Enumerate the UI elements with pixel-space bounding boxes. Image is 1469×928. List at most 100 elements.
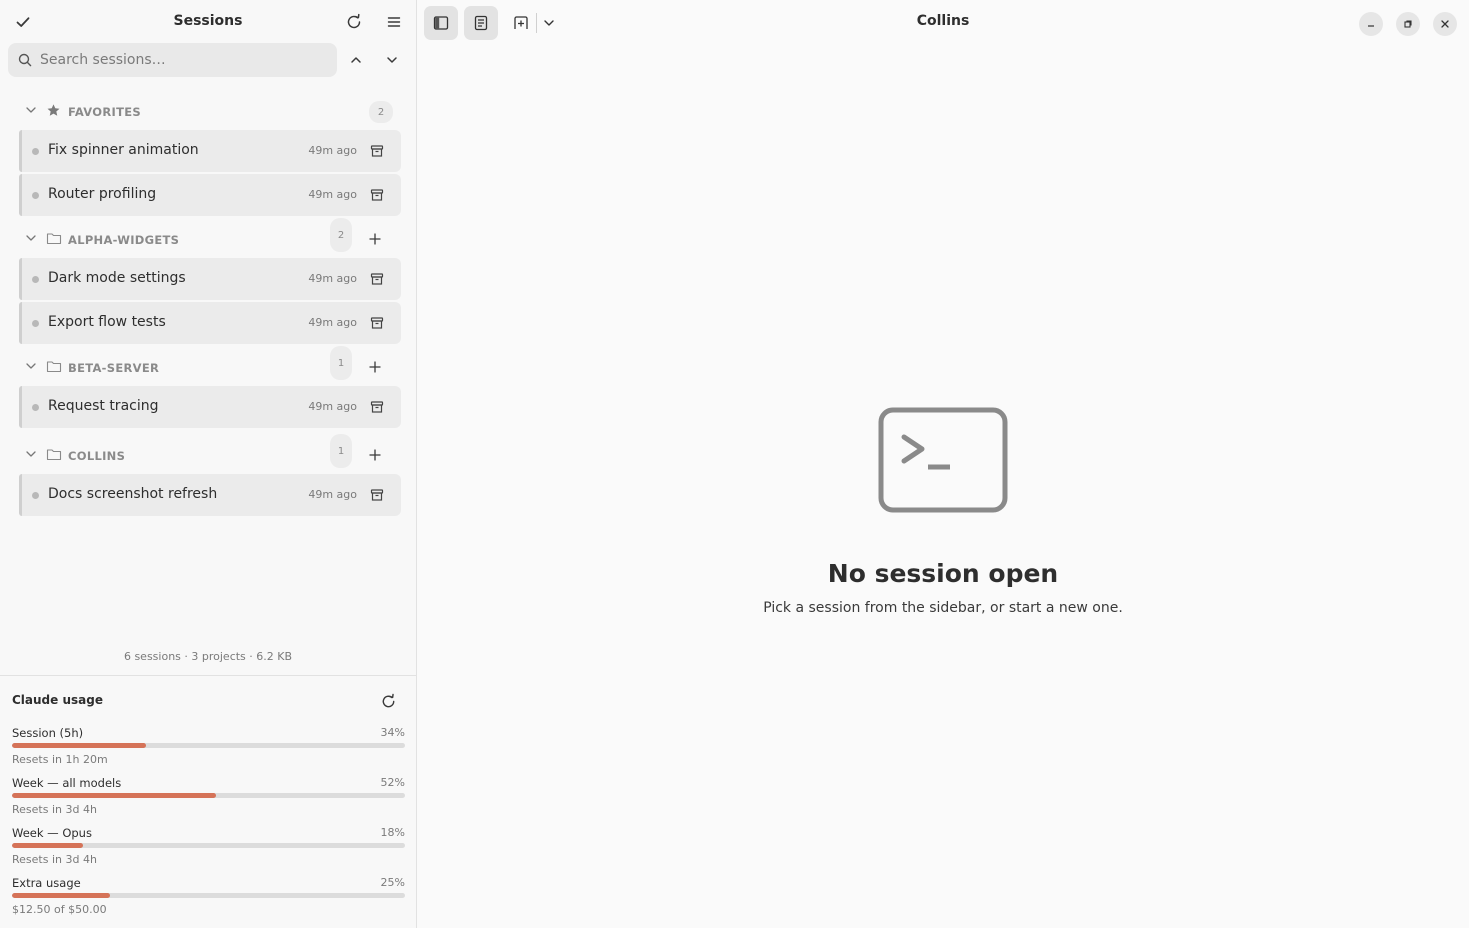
meter-track [12, 893, 405, 898]
meter-label: Week — all models [12, 776, 122, 790]
status-dot [32, 276, 39, 283]
hamburger-menu-icon [387, 17, 401, 27]
archive-button[interactable] [369, 271, 385, 287]
meter-label: Week — Opus [12, 826, 92, 840]
maximize-button[interactable] [1396, 12, 1420, 36]
group-name: FAVORITES [68, 105, 141, 119]
group-header-collins[interactable]: COLLINS 1 [0, 434, 417, 474]
menu-button[interactable] [380, 8, 408, 36]
group-header-favorites[interactable]: FAVORITES 2 [0, 92, 417, 130]
new-session-button[interactable] [363, 227, 387, 251]
archive-icon [370, 145, 384, 157]
chevron-down-icon[interactable] [24, 231, 38, 245]
folder-icon [46, 233, 62, 245]
session-time: 49m ago [308, 188, 357, 201]
archive-button[interactable] [369, 143, 385, 159]
main-pane: Collins No session open Pick a session f… [417, 0, 1469, 928]
archive-icon [370, 273, 384, 285]
meter-subtext: Resets in 3d 4h [12, 853, 97, 866]
meter-fill [12, 743, 146, 748]
search-icon [18, 53, 32, 67]
meter-subtext: Resets in 3d 4h [12, 803, 97, 816]
meter-track [12, 743, 405, 748]
session-item[interactable]: Dark mode settings 49m ago [19, 258, 401, 300]
session-item[interactable]: Export flow tests 49m ago [19, 302, 401, 344]
chevron-down-icon [387, 57, 397, 63]
sidebar-header: Sessions [0, 0, 416, 44]
meter-percent: 18% [380, 826, 405, 839]
meter-track [12, 843, 405, 848]
archive-icon [370, 401, 384, 413]
plus-icon [369, 449, 381, 461]
chevron-down-icon[interactable] [24, 103, 38, 117]
meter-fill [12, 893, 111, 898]
group-header-alpha-widgets[interactable]: ALPHA-WIDGETS 2 [0, 218, 417, 258]
status-dot [32, 404, 39, 411]
archive-button[interactable] [369, 315, 385, 331]
next-match-button[interactable] [378, 46, 406, 74]
refresh-icon [382, 693, 394, 707]
session-time: 49m ago [308, 316, 357, 329]
folder-icon [46, 361, 62, 373]
terminal-icon [878, 407, 1008, 513]
refresh-icon [347, 13, 361, 29]
archive-icon [370, 489, 384, 501]
restore-icon [1404, 20, 1412, 28]
session-time: 49m ago [308, 272, 357, 285]
status-dot [32, 492, 39, 499]
meter-track [12, 793, 405, 798]
folder-icon [46, 449, 62, 461]
window-title: Collins [916, 13, 970, 29]
group-count-badge: 2 [369, 101, 393, 123]
search-input[interactable] [40, 52, 320, 68]
status-dot [32, 148, 39, 155]
session-time: 49m ago [308, 144, 357, 157]
archive-icon [370, 189, 384, 201]
empty-state-subtitle: Pick a session from the sidebar, or star… [763, 600, 1123, 616]
archive-icon [370, 317, 384, 329]
meter-fill [12, 793, 217, 798]
new-session-button[interactable] [363, 443, 387, 467]
session-item[interactable]: Docs screenshot refresh 49m ago [19, 474, 401, 516]
chevron-down-icon[interactable] [24, 447, 38, 461]
app-window: Sessions FAVORITES 2 [0, 0, 1469, 928]
meter-subtext: $12.50 of $50.00 [12, 903, 107, 916]
search-box [8, 43, 337, 77]
session-time: 49m ago [308, 400, 357, 413]
session-item[interactable]: Fix spinner animation 49m ago [19, 130, 401, 172]
refresh-button[interactable] [340, 8, 368, 36]
close-button[interactable] [1433, 12, 1457, 36]
session-item[interactable]: Router profiling 49m ago [19, 174, 401, 216]
session-name: Fix spinner animation [48, 142, 199, 158]
previous-match-button[interactable] [342, 46, 370, 74]
meter-percent: 34% [380, 726, 405, 739]
group-header-beta-server[interactable]: BETA-SERVER 1 [0, 346, 417, 386]
session-stats: 6 sessions · 3 projects · 6.2 KB [123, 650, 293, 663]
usage-refresh-button[interactable] [376, 689, 400, 713]
group-count-badge: 1 [330, 346, 352, 380]
plus-icon [369, 361, 381, 373]
meter-percent: 52% [380, 776, 405, 789]
session-name: Docs screenshot refresh [48, 486, 218, 502]
group-count-badge: 2 [330, 218, 352, 252]
close-icon [1441, 20, 1449, 28]
status-dot [32, 320, 39, 327]
star-icon [47, 104, 60, 116]
meter-subtext: Resets in 1h 20m [12, 753, 108, 766]
session-list: FAVORITES 2 Fix spinner animation 49m ag… [0, 92, 417, 518]
chevron-down-icon[interactable] [24, 359, 38, 373]
meter-fill [12, 843, 83, 848]
meter-label: Extra usage [12, 876, 81, 890]
meter-percent: 25% [380, 876, 405, 889]
session-name: Export flow tests [48, 314, 166, 330]
archive-button[interactable] [369, 399, 385, 415]
chevron-up-icon [351, 57, 361, 63]
group-name: ALPHA-WIDGETS [68, 233, 180, 247]
session-item[interactable]: Request tracing 49m ago [19, 386, 401, 428]
minimize-button[interactable] [1359, 12, 1383, 36]
empty-state: No session open Pick a session from the … [417, 407, 1469, 616]
new-session-button[interactable] [363, 355, 387, 379]
archive-button[interactable] [369, 487, 385, 503]
session-name: Router profiling [48, 186, 157, 202]
archive-button[interactable] [369, 187, 385, 203]
